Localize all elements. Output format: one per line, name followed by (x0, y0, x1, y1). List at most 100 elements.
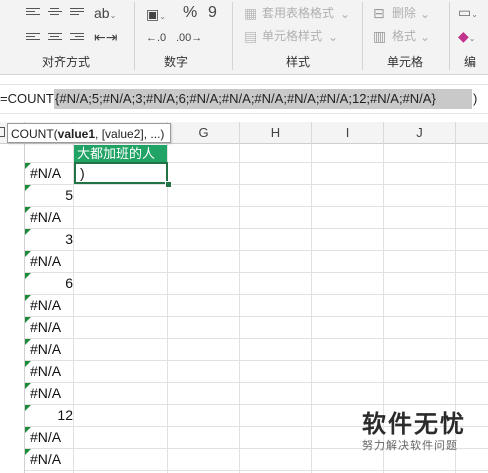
group-divider (134, 2, 135, 70)
watermark: 软件无忧 努力解决软件问题 (362, 411, 488, 453)
grid-line (167, 144, 168, 473)
error-indicator-icon (25, 295, 31, 301)
watermark-title: 软件无忧 (362, 411, 466, 438)
percent-icon[interactable]: % (183, 5, 197, 21)
grid-line (25, 250, 488, 251)
column-header-i[interactable]: I (312, 122, 384, 144)
chevron-down-icon: ⌄ (328, 30, 339, 44)
cell-b[interactable]: #N/A (25, 360, 76, 382)
grid-line (311, 144, 312, 473)
format-button[interactable]: 格式 (392, 28, 416, 44)
group-label-cells: 单元格 (387, 55, 424, 69)
function-tooltip[interactable]: COUNT(value1, [value2], ...) (7, 123, 171, 143)
grid-line (25, 470, 488, 471)
tooltip-arg1: value1 (57, 127, 96, 141)
grid-line (25, 206, 488, 207)
grid-line (25, 316, 488, 317)
cell-b[interactable]: 12 (25, 404, 73, 426)
autosum-icon[interactable]: ▭⌄ (458, 4, 478, 23)
error-indicator-icon (25, 229, 31, 235)
error-indicator-icon (25, 405, 31, 411)
grid-line (25, 404, 488, 405)
chevron-down-icon: ⌄ (420, 7, 431, 21)
error-indicator-icon (25, 251, 31, 257)
currency-format-icon[interactable]: ▣⌄ (146, 6, 166, 25)
error-indicator-icon (25, 361, 31, 367)
cell-b[interactable]: #N/A (25, 448, 76, 470)
cell-b[interactable]: #N/A (25, 250, 76, 272)
format-cells-icon[interactable]: ▥ (373, 28, 386, 44)
column-header-h[interactable]: H (240, 122, 312, 144)
grid-line (25, 294, 488, 295)
grid-line (25, 382, 488, 383)
cell-b[interactable]: #N/A (25, 426, 76, 448)
error-indicator-icon (25, 339, 31, 345)
ribbon: ab⌄ ⇤⇥ 对齐方式 ▣⌄ % 9 ←.0 .00→ 数字 ▦ 套用表格格式 … (0, 0, 488, 75)
header-cell-c[interactable]: 大都加班的人 (74, 145, 167, 162)
formula-array-selection: {#N/A;5;#N/A;3;#N/A;6;#N/A;#N/A;#N/A;#N/… (54, 89, 472, 109)
delete-cells-icon[interactable]: ⊟ (373, 5, 385, 21)
cell-b[interactable]: #N/A (25, 206, 76, 228)
group-divider (232, 2, 233, 70)
align-top-icon[interactable] (26, 8, 40, 18)
tooltip-rest: , [value2], ...) (95, 127, 165, 141)
tooltip-func: COUNT( (11, 127, 58, 141)
error-indicator-icon (25, 449, 31, 455)
formula-prefix: =COUNT( (0, 91, 59, 106)
orientation-icon[interactable]: ab⌄ (94, 5, 116, 24)
cell-styles-button[interactable]: 单元格样式 (262, 28, 322, 44)
align-left-icon[interactable] (26, 33, 40, 43)
column-header-g[interactable]: G (168, 122, 240, 144)
name-box-edge (0, 127, 5, 137)
indent-icon[interactable]: ⇤⇥ (94, 29, 117, 45)
error-indicator-icon (25, 185, 31, 191)
group-divider (362, 2, 363, 70)
grid-line (25, 360, 488, 361)
comma-style-icon[interactable]: 9 (208, 5, 217, 21)
active-cell[interactable]: ) (74, 162, 168, 184)
watermark-subtitle: 努力解决软件问题 (362, 440, 458, 452)
formula-suffix: ) (473, 91, 478, 106)
cell-b[interactable]: 6 (25, 272, 73, 294)
error-indicator-icon (25, 383, 31, 389)
fill-handle[interactable] (165, 181, 172, 188)
grid-line (25, 338, 488, 339)
cell-b[interactable]: 5 (25, 184, 73, 206)
chevron-down-icon: ⌄ (340, 7, 351, 21)
group-label-editing: 编 (464, 55, 477, 69)
cell-b[interactable]: #N/A (25, 162, 76, 184)
table-format-icon[interactable]: ▦ (244, 5, 257, 21)
align-bottom-icon[interactable] (70, 8, 84, 18)
align-right-icon[interactable] (70, 33, 84, 43)
error-indicator-icon (25, 317, 31, 323)
grid-line (25, 228, 488, 229)
increase-decimal-icon[interactable]: ←.0 (146, 30, 166, 46)
group-label-styles: 样式 (286, 55, 311, 69)
cell-b[interactable]: #N/A (25, 338, 76, 360)
grid-line (25, 184, 488, 185)
chevron-down-icon: ⌄ (420, 30, 431, 44)
delete-button[interactable]: 删除 (392, 5, 416, 21)
align-middle-icon[interactable] (48, 8, 62, 18)
error-indicator-icon (25, 427, 31, 433)
cell-styles-icon[interactable]: ▤ (244, 28, 257, 44)
error-indicator-icon (25, 207, 31, 213)
grid-line (239, 144, 240, 473)
error-indicator-icon (25, 273, 31, 279)
decrease-decimal-icon[interactable]: .00→ (176, 30, 202, 46)
cell-b[interactable]: #N/A (25, 316, 76, 338)
cell-b[interactable]: #N/A (25, 294, 76, 316)
align-center-icon[interactable] (48, 33, 62, 43)
clear-eraser-icon[interactable]: ◆⌄ (458, 28, 475, 47)
column-header-j[interactable]: J (384, 122, 456, 144)
group-label-number: 数字 (164, 55, 189, 69)
cell-b[interactable]: #N/A (25, 382, 76, 404)
error-indicator-icon (25, 163, 31, 169)
column-header-k[interactable] (456, 122, 488, 144)
cell-b[interactable]: 3 (25, 228, 73, 250)
table-format-button[interactable]: 套用表格格式 (262, 5, 334, 21)
group-divider (449, 2, 450, 70)
grid-line (25, 272, 488, 273)
group-label-alignment: 对齐方式 (42, 55, 91, 69)
formula-bar[interactable]: =COUNT( {#N/A;5;#N/A;3;#N/A;6;#N/A;#N/A;… (0, 84, 488, 114)
